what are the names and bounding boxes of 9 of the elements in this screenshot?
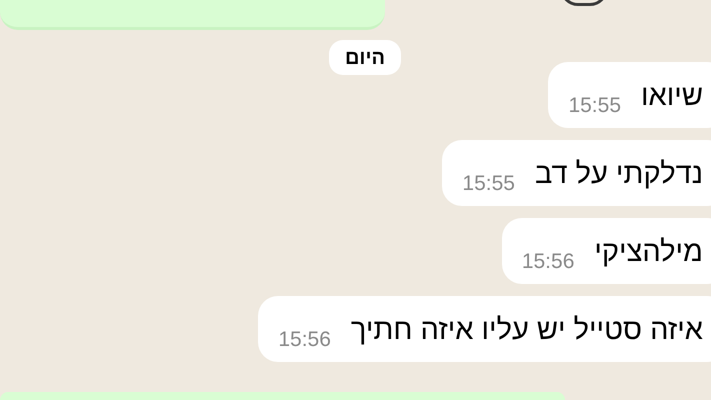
- message-text: שיואו: [641, 79, 703, 111]
- message-text: נדלקתי על דב: [534, 157, 703, 189]
- message-text: מילהציקי: [594, 235, 703, 267]
- message-time: 15:56: [278, 327, 331, 350]
- message-time: 15:55: [462, 171, 515, 194]
- message-time: 15:56: [522, 249, 574, 272]
- date-chip: היום: [329, 40, 401, 75]
- message-text: איזה סטייל יש עליו איזה חתיך: [350, 313, 703, 345]
- message-time: 15:55: [568, 93, 622, 116]
